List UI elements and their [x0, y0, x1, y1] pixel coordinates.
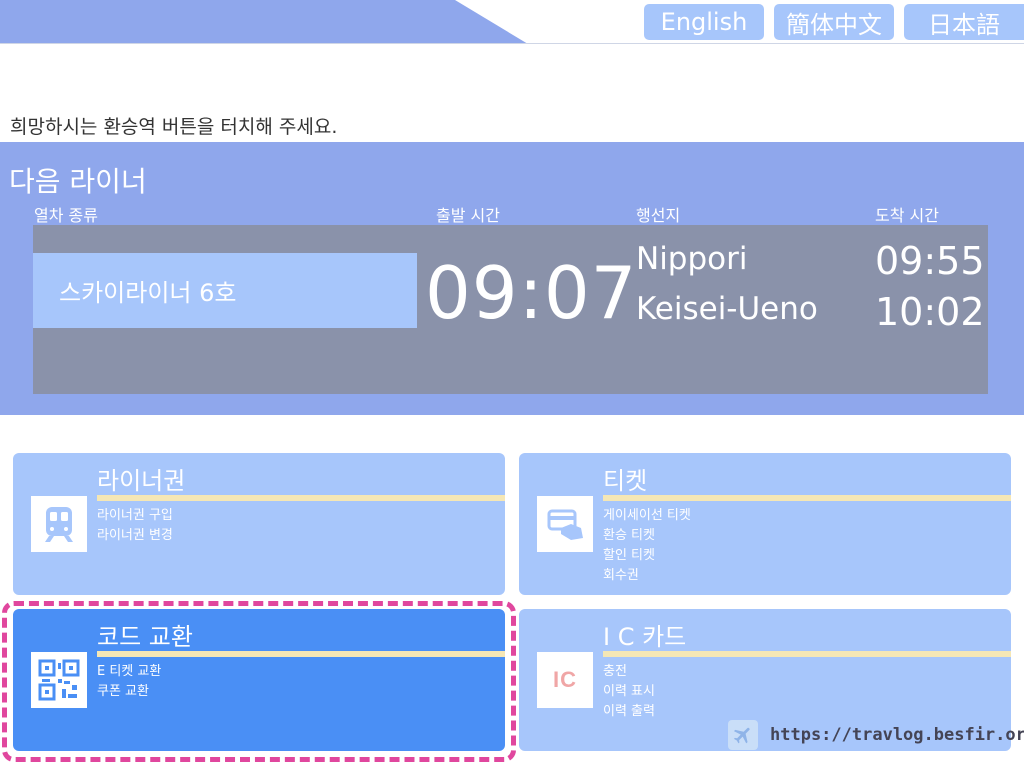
- list-item: 환승 티켓: [603, 528, 655, 543]
- header-arrival-time: 도착 시간: [875, 206, 939, 225]
- train-name: 스카이라이너 6호: [33, 253, 417, 328]
- list-item: 이력 표시: [603, 684, 655, 699]
- card-divider: [97, 495, 505, 501]
- watermark: https://travlog.besfir.org/: [728, 720, 1024, 750]
- next-liner-panel: 다음 라이너 열차 종류 출발 시간 행선지 도착 시간 스카이라이너 6호 0…: [0, 142, 1024, 415]
- header-departure-time: 출발 시간: [436, 206, 500, 225]
- list-item: 충전: [603, 664, 627, 679]
- ticket-hand-icon: [537, 496, 593, 552]
- ticket-items: 게이세이선 티켓 환승 티켓 할인 티켓 회수권: [603, 506, 691, 586]
- liner-ticket-button[interactable]: 라이너권 라이너권 구입 라이너권 변경: [13, 453, 505, 595]
- train-icon: [31, 496, 87, 552]
- card-divider: [603, 495, 1011, 501]
- instruction-text: 희망하시는 환승역 버튼을 터치해 주세요.: [10, 116, 338, 138]
- airplane-icon: [728, 720, 758, 750]
- destination-2: Keisei-Ueno: [636, 291, 818, 327]
- watermark-url: https://travlog.besfir.org/: [770, 725, 1024, 745]
- list-item: 라이너권 구입: [97, 508, 173, 523]
- ticket-button[interactable]: 티켓 게이세이선 티켓 환승 티켓 할인 티켓 회수권: [519, 453, 1011, 595]
- ic-card-items: 충전 이력 표시 이력 출력: [603, 662, 655, 722]
- ic-card-title: I C 카드: [603, 623, 687, 651]
- header-tab-shape: [0, 0, 528, 44]
- departure-time: 09:07: [425, 251, 638, 335]
- language-button-japanese[interactable]: 日本語: [904, 4, 1024, 40]
- liner-ticket-title: 라이너권: [97, 467, 186, 495]
- list-item: 게이세이선 티켓: [603, 508, 691, 523]
- selection-highlight: [2, 601, 516, 762]
- arrival-time-2: 10:02: [875, 290, 985, 334]
- card-divider: [603, 651, 1011, 657]
- header-destination: 행선지: [636, 206, 681, 225]
- list-item: 이력 출력: [603, 704, 655, 719]
- ticket-title: 티켓: [603, 467, 648, 495]
- header-train-type: 열차 종류: [34, 206, 98, 225]
- list-item: 라이너권 변경: [97, 528, 173, 543]
- list-item: 회수권: [603, 568, 639, 583]
- language-button-english[interactable]: English: [644, 4, 764, 40]
- next-liner-title: 다음 라이너: [9, 165, 147, 198]
- language-button-chinese[interactable]: 簡体中文: [774, 4, 894, 40]
- arrival-time-1: 09:55: [875, 239, 985, 283]
- liner-ticket-items: 라이너권 구입 라이너권 변경: [97, 506, 173, 546]
- destination-1: Nippori: [636, 241, 748, 277]
- list-item: 할인 티켓: [603, 548, 655, 563]
- departure-board: 스카이라이너 6호 09:07 Nippori Keisei-Ueno 09:5…: [33, 225, 988, 394]
- ic-card-icon: IC: [537, 652, 593, 708]
- header-divider: [0, 43, 1024, 44]
